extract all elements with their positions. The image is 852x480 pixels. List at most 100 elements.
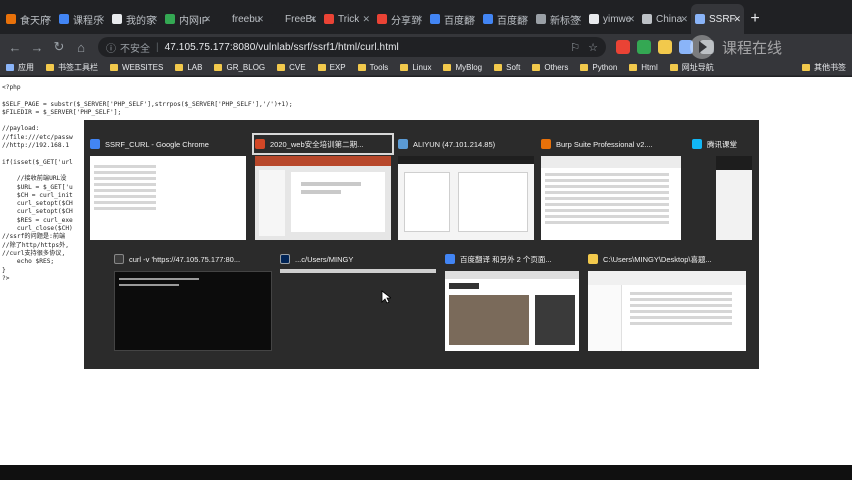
home-icon[interactable]: ⌂ — [72, 38, 90, 56]
close-tab-icon[interactable]: ✕ — [97, 14, 105, 25]
folder-icon — [277, 64, 286, 71]
close-tab-icon[interactable]: ✕ — [627, 14, 635, 25]
tab-title: SSRF — [709, 13, 736, 25]
extension-icon[interactable] — [637, 40, 651, 54]
folder-icon — [400, 64, 409, 71]
folder-icon — [802, 64, 810, 71]
close-tab-icon[interactable]: ✕ — [362, 14, 370, 25]
folder-icon — [532, 64, 541, 71]
folder-icon — [443, 64, 452, 71]
switcher-window-6[interactable]: ...c/Users/MINGY — [280, 251, 436, 273]
translate-icon[interactable]: ⚐ — [570, 41, 580, 54]
folder-icon — [214, 64, 223, 71]
bookmark-item[interactable]: CVE — [277, 63, 306, 72]
switcher-window-2[interactable]: ALIYUN (47.101.214.85) — [398, 136, 534, 240]
tab-11[interactable]: yimwe ✕ — [585, 4, 638, 34]
new-tab-button[interactable]: + — [744, 4, 766, 34]
bookmark-item[interactable]: EXP — [317, 63, 346, 72]
close-tab-icon[interactable]: ✕ — [468, 14, 476, 25]
close-tab-icon[interactable]: ✕ — [44, 14, 52, 25]
bookmark-item[interactable]: Html — [629, 63, 658, 72]
close-tab-icon[interactable]: ✕ — [150, 14, 158, 25]
bookmark-item[interactable]: MyBlog — [443, 63, 482, 72]
bookmark-item[interactable]: 应用 — [6, 62, 34, 73]
extension-icon[interactable] — [616, 40, 630, 54]
chrome-icon — [445, 254, 455, 264]
tencent-class-icon — [692, 139, 702, 149]
tab-title: Trick — [338, 13, 360, 25]
tab-4[interactable]: freebu ✕ — [214, 4, 267, 34]
switcher-window-8[interactable]: C:\Users\MINGY\Desktop\喜题... — [588, 251, 746, 351]
close-tab-icon[interactable]: ✕ — [574, 14, 582, 25]
bookmark-label: Python — [592, 63, 618, 72]
tab-2[interactable]: 我的家 ✕ — [108, 4, 161, 34]
bookmark-label: Html — [641, 63, 658, 72]
tab-12[interactable]: China ✕ — [638, 4, 691, 34]
bookmark-item[interactable]: Python — [580, 63, 617, 72]
switcher-window-4[interactable]: 腾讯课堂 — [692, 136, 752, 240]
bookmark-item[interactable]: 书签工具栏 — [46, 62, 98, 73]
folder-icon — [494, 64, 503, 71]
folder-icon — [669, 64, 678, 71]
url-text[interactable]: 47.105.75.177:8080/vulnlab/ssrf/ssrf1/ht… — [165, 42, 399, 53]
window-preview — [90, 156, 246, 240]
switcher-window-3[interactable]: Burp Suite Professional v2.... — [541, 136, 681, 240]
folder-icon — [629, 64, 638, 71]
address-bar[interactable]: ⓘ 不安全 | 47.105.75.177:8080/vulnlab/ssrf/… — [98, 37, 606, 57]
tab-13[interactable]: SSRF ✕ — [691, 4, 744, 34]
bookmark-label: Others — [544, 63, 569, 72]
switcher-window-7[interactable]: 百度翻译 和另外 2 个页面... — [445, 251, 579, 351]
bookmark-item[interactable]: Soft — [494, 63, 520, 72]
reload-icon[interactable]: ↻ — [50, 38, 68, 56]
info-icon[interactable]: ⓘ — [106, 40, 116, 55]
tab-7[interactable]: 分享到 ✕ — [373, 4, 426, 34]
bookmark-item[interactable]: Others — [532, 63, 568, 72]
tab-favicon-icon — [324, 14, 334, 24]
close-tab-icon[interactable]: ✕ — [521, 14, 529, 25]
tab-strip: 食天府 ✕ 课程乐 ✕ 我的家 ✕ 内网IP ✕ freebu ✕ FreeBu ✕ Trick ✕ 分享到… — [0, 0, 852, 34]
switcher-window-5[interactable]: curl -v 'https://47.105.75.177:80... — [114, 251, 272, 351]
tab-3[interactable]: 内网IP ✕ — [161, 4, 214, 34]
close-tab-icon[interactable]: ✕ — [309, 14, 317, 25]
other-bookmarks[interactable]: 其他书签 — [802, 62, 846, 73]
bookmark-label: 书签工具栏 — [58, 63, 98, 72]
burp-icon — [541, 139, 551, 149]
explorer-icon — [588, 254, 598, 264]
bookmark-item[interactable]: Linux — [400, 63, 431, 72]
extension-icon[interactable] — [658, 40, 672, 54]
bookmark-item[interactable]: LAB — [175, 63, 202, 72]
window-title: C:\Users\MINGY\Desktop\喜题... — [603, 254, 712, 264]
tab-6[interactable]: Trick ✕ — [320, 4, 373, 34]
bookmark-item[interactable]: Tools — [357, 63, 388, 72]
switcher-window-0[interactable]: SSRF_CURL - Google Chrome — [90, 136, 246, 240]
close-tab-icon[interactable]: ✕ — [203, 14, 211, 25]
apps-grid-icon — [6, 64, 14, 71]
tab-5[interactable]: FreeBu ✕ — [267, 4, 320, 34]
bookmark-item[interactable]: GR_BLOG — [214, 63, 265, 72]
forward-icon[interactable]: → — [28, 38, 46, 56]
bookmark-item[interactable]: 网址导航 — [669, 62, 714, 73]
tab-8[interactable]: 百度翻 ✕ — [426, 4, 479, 34]
bookmark-item[interactable]: WEBSITES — [110, 63, 163, 72]
close-tab-icon[interactable]: ✕ — [256, 14, 264, 25]
remote-desktop-icon — [398, 139, 408, 149]
switcher-window-1[interactable]: 2020_web安全培训第二期... — [252, 133, 394, 240]
close-tab-icon[interactable]: ✕ — [733, 14, 741, 25]
back-icon[interactable]: ← — [6, 38, 24, 56]
window-title: ALIYUN (47.101.214.85) — [413, 139, 496, 149]
divider: | — [156, 41, 159, 53]
close-tab-icon[interactable]: ✕ — [415, 14, 423, 25]
bookmark-star-icon[interactable]: ☆ — [588, 41, 598, 54]
tab-9[interactable]: 百度翻 ✕ — [479, 4, 532, 34]
window-switcher: SSRF_CURL - Google Chrome 2020_web安全培训第二… — [84, 120, 759, 369]
tab-title: China — [656, 13, 683, 25]
window-title: 百度翻译 和另外 2 个页面... — [460, 254, 552, 264]
window-preview — [114, 271, 272, 351]
tab-1[interactable]: 课程乐 ✕ — [55, 4, 108, 34]
tab-0[interactable]: 食天府 ✕ — [2, 4, 55, 34]
folder-icon — [46, 64, 54, 71]
chrome-icon — [90, 139, 100, 149]
tab-10[interactable]: 新标签页✕ — [532, 4, 585, 34]
close-tab-icon[interactable]: ✕ — [680, 14, 688, 25]
